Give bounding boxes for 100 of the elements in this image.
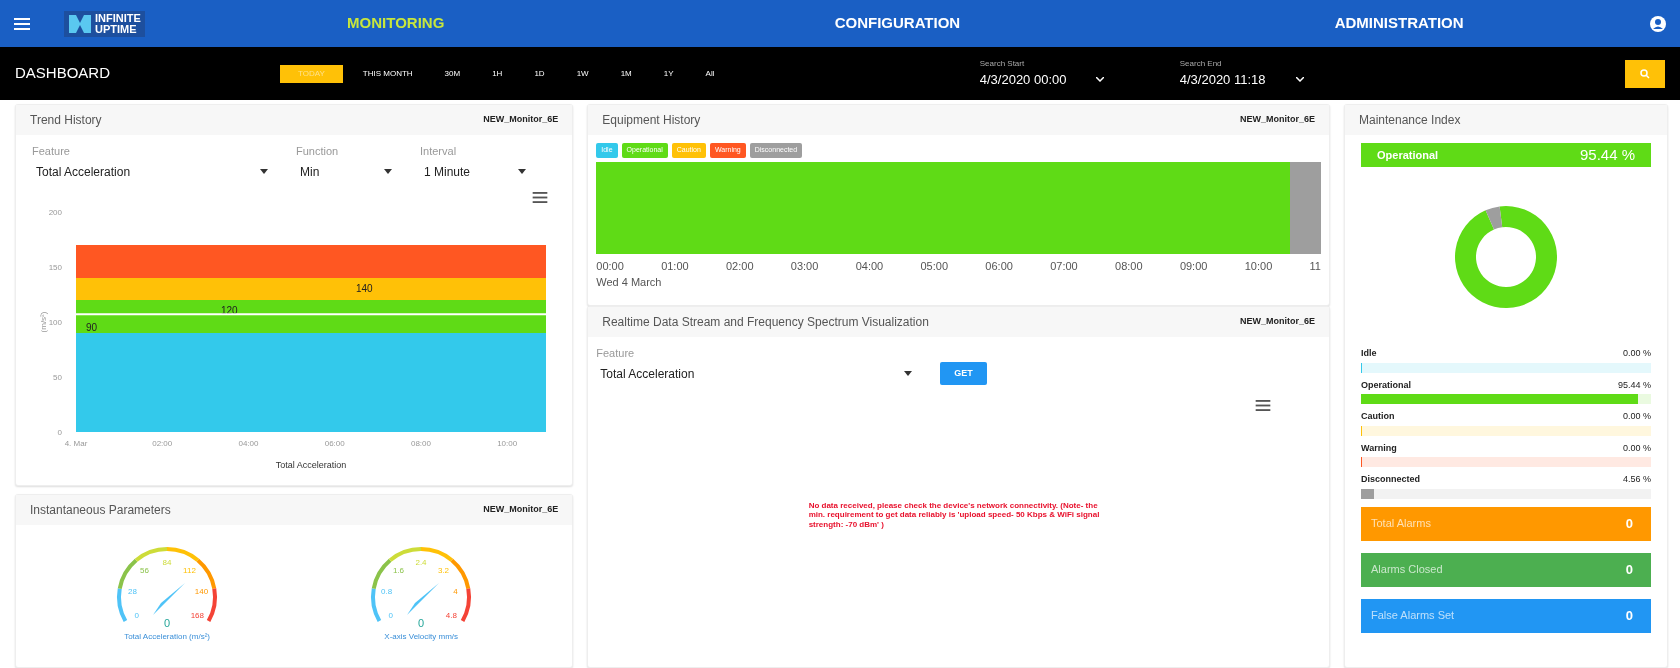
menu-icon[interactable] <box>1255 399 1271 411</box>
date-label: Wed 4 March <box>596 275 663 290</box>
gauge-tick-label: 4.8 <box>445 610 458 620</box>
percent-reading: 0.00 % <box>1623 410 1651 423</box>
dropdown[interactable]: 1 Minute <box>420 159 530 184</box>
period-button[interactable]: 1D <box>522 64 557 83</box>
threshold-label: 120 <box>221 304 238 316</box>
time-label: 03:00 <box>790 258 819 274</box>
dropdown-caret-icon[interactable] <box>260 169 268 174</box>
x-tick-label: 04:00 <box>238 438 259 448</box>
status-label: Idle <box>1361 347 1377 360</box>
percent-reading: 0.00 % <box>1623 347 1651 360</box>
status-value: 95.44 % <box>1579 144 1635 165</box>
period-button[interactable]: 30M <box>432 64 473 83</box>
logo-mark-icon <box>68 12 92 35</box>
status-label: Caution <box>1361 410 1395 423</box>
field-label: Feature <box>32 144 71 159</box>
page-title: DASHBOARD <box>15 63 112 84</box>
y-tick-label: 200 <box>48 207 62 217</box>
panel-title: Trend History <box>30 112 102 129</box>
end-date-field[interactable]: 4/3/2020 11:18 <box>1179 69 1266 90</box>
period-button[interactable]: All <box>693 64 727 83</box>
panel-title: Equipment History <box>602 112 701 129</box>
dropdown[interactable]: Total Acceleration <box>596 361 917 386</box>
user-icon[interactable] <box>1650 15 1666 32</box>
gauge-tick-label: 56 <box>140 566 149 576</box>
gauge-tick-label: 140 <box>194 586 209 596</box>
error-message: No data received, please check the device's network connectivity. (Note- the min. requirement to get data reliably is 'upload speed- 50 Kbps & WiFi signal strength: -70 dBm' ) <box>808 500 1101 530</box>
gauge-tick-label: 3.2 <box>438 566 450 576</box>
status-label: Warning <box>1361 441 1397 455</box>
panel-title: Realtime Data Stream and Frequency Spectrum Visualization <box>602 314 929 331</box>
nav-tab[interactable]: CONFIGURATION <box>646 11 1149 36</box>
nav-tab[interactable]: ADMINISTRATION <box>1148 11 1650 36</box>
time-label: 05:00 <box>920 258 949 274</box>
x-tick-label: 4. Mar <box>64 438 88 448</box>
time-label: 04:00 <box>855 258 884 274</box>
search-icon <box>1640 68 1650 79</box>
dropdown[interactable]: Min <box>296 159 396 184</box>
chevron-icon[interactable] <box>1096 77 1105 82</box>
period-button[interactable]: 1W <box>564 64 601 83</box>
logo[interactable]: INFINITE UPTIME <box>64 10 145 37</box>
dropdown-caret-icon[interactable] <box>384 169 392 174</box>
panel-title: Instantaneous Parameters <box>30 502 171 519</box>
gauge-tick-label: 168 <box>190 610 205 620</box>
field-label: Search End <box>1179 57 1223 70</box>
gauge-title: Total Acceleration (m/s²) <box>124 631 210 643</box>
gauge-tick-label: 112 <box>183 566 196 576</box>
time-label: 08:00 <box>1115 258 1143 274</box>
gauge-title: X-axis Velocity mm/s <box>384 631 459 643</box>
period-button[interactable]: 1H <box>480 64 515 83</box>
device-name: NEW_Monitor_6E <box>483 503 559 517</box>
status-label: Disconnected <box>1361 473 1420 486</box>
x-tick-label: 06:00 <box>324 438 345 448</box>
start-date-field[interactable]: 4/3/2020 00:00 <box>979 69 1067 90</box>
gauge-tick-label: 28 <box>128 586 138 596</box>
search-button[interactable] <box>1625 59 1665 88</box>
gauge-needle <box>407 583 440 615</box>
field-label: Function <box>296 144 340 159</box>
y-tick-label: 150 <box>48 262 62 272</box>
percent-reading: 4.56 % <box>1623 473 1651 486</box>
threshold-label: 90 <box>86 321 98 333</box>
y-axis-label: (m/s²) <box>39 311 48 332</box>
y-tick-label: 50 <box>53 372 62 382</box>
time-label: 10:00 <box>1244 258 1273 274</box>
x-tick-label: 02:00 <box>152 438 173 448</box>
nav-tab[interactable]: MONITORING <box>144 11 647 36</box>
status-label: Operational <box>1377 147 1439 163</box>
device-name: NEW_Monitor_6E <box>1240 315 1315 329</box>
menu-icon[interactable] <box>532 191 549 203</box>
period-button[interactable]: THIS MONTH <box>350 64 425 83</box>
stat-value: 0 <box>1625 560 1633 579</box>
field-label: Search Start <box>979 57 1026 70</box>
x-tick-label: 08:00 <box>410 438 431 448</box>
dropdown-caret-icon[interactable] <box>518 169 526 174</box>
dropdown-caret-icon[interactable] <box>904 371 913 376</box>
time-label: 06:00 <box>985 258 1013 274</box>
time-label: 07:00 <box>1050 258 1078 274</box>
time-label: 02:00 <box>725 258 754 274</box>
device-name: NEW_Monitor_6E <box>483 113 559 127</box>
threshold-label: 140 <box>356 282 373 294</box>
period-button[interactable]: 1Y <box>651 64 686 83</box>
gauge-tick-label: 0 <box>388 610 394 620</box>
gauge-value: 0 <box>164 617 171 629</box>
legend-item: Total Acceleration <box>275 459 347 470</box>
field-label: Interval <box>420 144 458 159</box>
x-tick-label: 10:00 <box>497 438 518 448</box>
stat-value: 0 <box>1625 606 1633 625</box>
dropdown[interactable]: Total Acceleration <box>32 159 272 184</box>
gauge-tick-label: 1.6 <box>393 566 405 576</box>
percent-reading: 95.44 % <box>1618 378 1651 392</box>
device-name: NEW_Monitor_6E <box>1240 113 1315 127</box>
time-label: 00:00 <box>596 258 624 274</box>
status-label: Operational <box>1361 378 1411 392</box>
stat-value: 0 <box>1625 514 1633 533</box>
period-button[interactable]: 1M <box>608 64 644 83</box>
field-label: Feature <box>596 346 636 361</box>
chevron-icon[interactable] <box>1295 77 1304 82</box>
gauge-tick-label: 4 <box>453 586 458 596</box>
gauge-tick-label: 2.4 <box>415 558 427 567</box>
menu-icon[interactable] <box>14 17 30 30</box>
